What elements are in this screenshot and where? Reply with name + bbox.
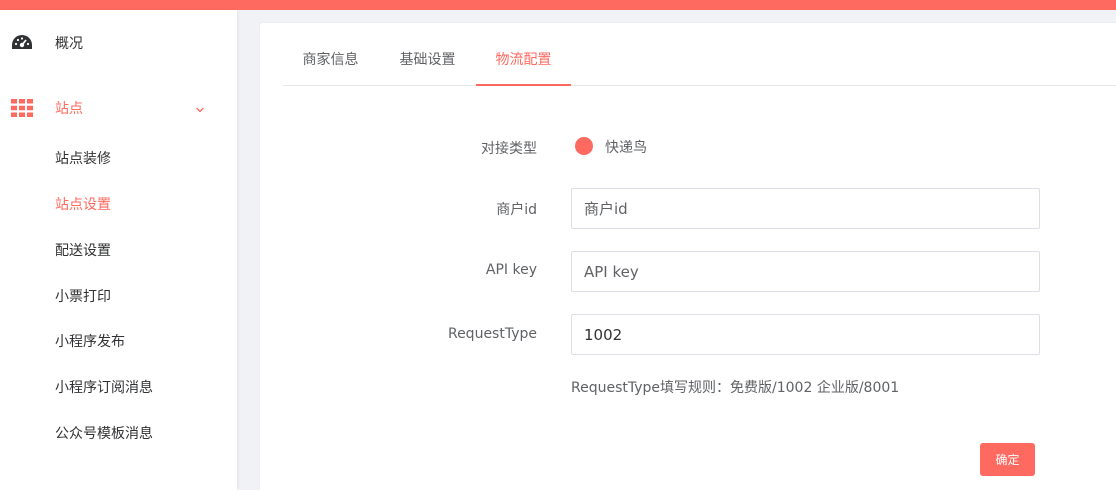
sidebar-subitem-site-decoration[interactable]: 站点装修 — [0, 140, 237, 176]
confirm-button[interactable]: 确定 — [980, 443, 1035, 476]
grid-icon — [10, 97, 34, 119]
request-type-input[interactable] — [571, 314, 1040, 355]
sidebar-subitem-label: 小程序订阅消息 — [55, 380, 153, 396]
api-key-input[interactable] — [571, 251, 1040, 292]
tab-basic-settings[interactable]: 基础设置 — [380, 40, 475, 86]
sidebar-item-site[interactable]: 站点 — [0, 88, 237, 128]
sidebar-subitem-delivery-settings[interactable]: 配送设置 — [0, 232, 237, 268]
tab-merchant-info[interactable]: 商家信息 — [283, 40, 378, 86]
sidebar-subitem-label: 公众号模板消息 — [55, 426, 153, 442]
sidebar: 概况 站点 站点装修 站点设置 配送设置 小票打印 小程序发布 小程序订阅消息 … — [0, 10, 237, 490]
request-type-hint: RequestType填写规则：免费版/1002 企业版/8001 — [571, 380, 900, 396]
sidebar-subitem-miniprogram-publish[interactable]: 小程序发布 — [0, 323, 237, 359]
top-accent-bar — [0, 0, 1116, 10]
request-type-label: RequestType — [447, 326, 537, 342]
kdniao-radio-label[interactable]: 快递鸟 — [605, 137, 647, 157]
sidebar-subitem-label: 站点设置 — [55, 197, 111, 213]
sidebar-item-label: 站点 — [55, 101, 83, 117]
chevron-down-icon[interactable] — [195, 103, 205, 113]
active-tab-indicator — [476, 84, 571, 86]
sidebar-subitem-receipt-printing[interactable]: 小票打印 — [0, 278, 237, 314]
merchant-id-label: 商户id — [496, 202, 537, 218]
sidebar-subitem-miniprogram-subscribe-msg[interactable]: 小程序订阅消息 — [0, 369, 237, 405]
api-key-label: API key — [485, 262, 537, 278]
sidebar-subitem-label: 小票打印 — [55, 289, 111, 305]
sidebar-subitem-site-settings[interactable]: 站点设置 — [0, 186, 237, 222]
sidebar-subitem-label: 配送设置 — [55, 243, 111, 259]
sidebar-item-overview[interactable]: 概况 — [0, 23, 237, 63]
sidebar-subitem-label: 小程序发布 — [55, 334, 125, 350]
sidebar-item-label: 概况 — [55, 36, 83, 52]
type-label: 对接类型 — [481, 141, 537, 157]
sidebar-subitem-official-template-msg[interactable]: 公众号模板消息 — [0, 415, 237, 451]
dashboard-icon — [10, 32, 34, 54]
sidebar-subitem-label: 站点装修 — [55, 151, 111, 167]
merchant-id-input[interactable] — [571, 188, 1040, 229]
tab-logistics-config[interactable]: 物流配置 — [476, 40, 571, 86]
kdniao-radio[interactable] — [575, 137, 593, 155]
